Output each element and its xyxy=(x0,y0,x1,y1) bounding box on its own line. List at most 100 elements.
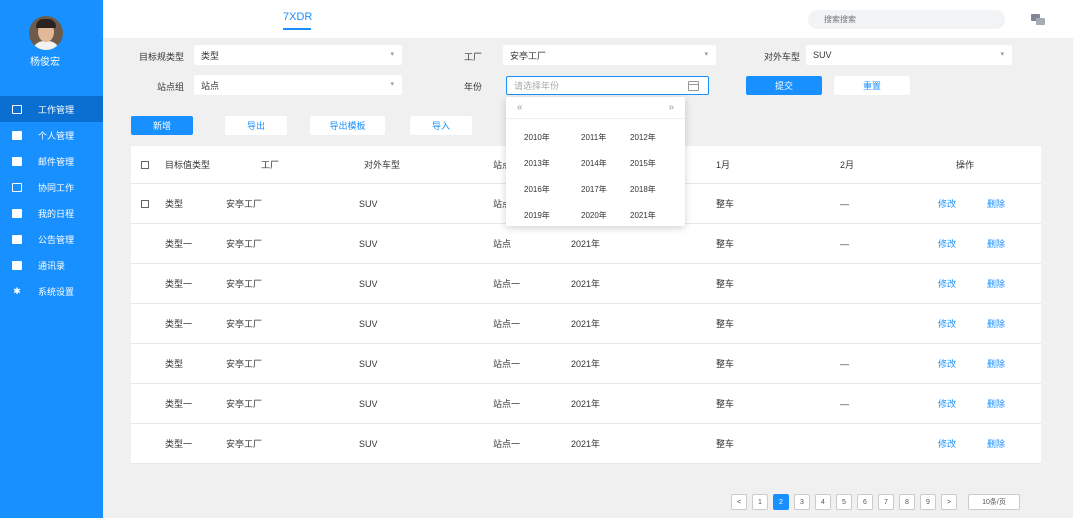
station-select[interactable]: 站点 ▾ xyxy=(194,75,402,95)
select-all-checkbox[interactable] xyxy=(141,160,149,169)
cell-factory: 安亭工厂 xyxy=(226,199,263,209)
year-input[interactable]: 请选择年份 xyxy=(506,76,709,95)
tab-underline xyxy=(283,28,311,30)
cell-model: SUV xyxy=(359,238,378,249)
spec-label: 对外车型 xyxy=(763,52,800,62)
edit-link[interactable]: 修改 xyxy=(938,384,956,423)
cell-station: 站点一 xyxy=(493,319,521,329)
table-row: 类型一 安亭工厂 SUV 站点 2021年 整车 — 修改 删除 xyxy=(131,224,1041,264)
cell-model: SUV xyxy=(359,318,378,329)
page-3-button[interactable]: 3 xyxy=(794,494,810,510)
cell-type: 类型 xyxy=(165,359,184,369)
year-option[interactable]: 2014年 xyxy=(581,158,607,169)
year-option[interactable]: 2010年 xyxy=(524,132,550,143)
cell-type: 类型一 xyxy=(165,399,193,409)
delete-link[interactable]: 删除 xyxy=(987,184,1005,223)
cell-factory: 安亭工厂 xyxy=(226,319,263,329)
next-decade-button[interactable]: » xyxy=(668,102,674,113)
cell-month1: 整车 xyxy=(716,279,735,289)
sidebar-item-notice[interactable]: 公告管理 xyxy=(0,226,103,252)
cell-model: SUV xyxy=(359,278,378,289)
sidebar-item-contacts[interactable]: 通讯录 xyxy=(0,252,103,278)
year-option[interactable]: 2020年 xyxy=(581,210,607,221)
year-option[interactable]: 2013年 xyxy=(524,158,550,169)
year-option[interactable]: 2018年 xyxy=(630,184,656,195)
year-option[interactable]: 2011年 xyxy=(581,132,606,143)
page-6-button[interactable]: 6 xyxy=(857,494,873,510)
header-actions: 操作 xyxy=(956,160,975,170)
sidebar-item-work[interactable]: 工作管理 xyxy=(0,96,103,122)
page-5-button[interactable]: 5 xyxy=(836,494,852,510)
page-2-button[interactable]: 2 xyxy=(773,494,789,510)
chevron-down-icon: ▾ xyxy=(390,51,394,58)
tab-7xdr[interactable]: 7XDR xyxy=(283,11,312,23)
row-checkbox[interactable] xyxy=(141,199,149,208)
delete-link[interactable]: 删除 xyxy=(987,304,1005,343)
monitor-icon xyxy=(12,104,22,114)
header-type: 目标值类型 xyxy=(165,160,211,170)
prev-decade-button[interactable]: « xyxy=(517,102,523,113)
user-avatar[interactable] xyxy=(29,16,63,50)
export-template-button[interactable]: 导出模板 xyxy=(310,116,385,135)
sidebar-item-mail[interactable]: 邮件管理 xyxy=(0,148,103,174)
cell-factory: 安亭工厂 xyxy=(226,359,263,369)
spec-select[interactable]: SUV ▾ xyxy=(806,45,1012,65)
cell-station: 站点一 xyxy=(493,279,521,289)
cell-year: 2021年 xyxy=(571,319,601,329)
page-9-button[interactable]: 9 xyxy=(920,494,936,510)
search-input[interactable] xyxy=(808,10,1005,29)
year-option[interactable]: 2015年 xyxy=(630,158,656,169)
import-button[interactable]: 导入 xyxy=(410,116,472,135)
cell-month1: 整车 xyxy=(716,239,735,249)
sidebar-item-settings[interactable]: ✱ 系统设置 xyxy=(0,278,103,304)
page-7-button[interactable]: 7 xyxy=(878,494,894,510)
page-size-select[interactable]: 10条/页 xyxy=(968,494,1020,510)
delete-link[interactable]: 删除 xyxy=(987,344,1005,383)
edit-link[interactable]: 修改 xyxy=(938,344,956,383)
delete-link[interactable]: 删除 xyxy=(987,384,1005,423)
table-row: 类型一 安亭工厂 SUV 站点一 2021年 整车 修改 删除 xyxy=(131,304,1041,344)
sidebar-nav: 工作管理 个人管理 邮件管理 协同工作 我的日程 公告管理 通讯录 ✱ 系统设置 xyxy=(0,96,103,304)
year-label: 年份 xyxy=(463,82,482,92)
add-button[interactable]: 新增 xyxy=(131,116,193,135)
cell-year: 2021年 xyxy=(571,239,601,249)
contacts-icon xyxy=(12,260,22,270)
year-option[interactable]: 2021年 xyxy=(630,210,656,221)
page-4-button[interactable]: 4 xyxy=(815,494,831,510)
page-8-button[interactable]: 8 xyxy=(899,494,915,510)
factory-select[interactable]: 安亭工厂 ▾ xyxy=(503,45,716,65)
delete-link[interactable]: 删除 xyxy=(987,424,1005,463)
target-type-select[interactable]: 类型 ▾ xyxy=(194,45,402,65)
sidebar-item-collab[interactable]: 协同工作 xyxy=(0,174,103,200)
export-button[interactable]: 导出 xyxy=(225,116,287,135)
cell-year: 2021年 xyxy=(571,439,601,449)
delete-link[interactable]: 删除 xyxy=(987,224,1005,263)
sidebar-item-label: 公告管理 xyxy=(38,234,75,245)
sidebar-item-schedule[interactable]: 我的日程 xyxy=(0,200,103,226)
edit-link[interactable]: 修改 xyxy=(938,304,956,343)
year-option[interactable]: 2017年 xyxy=(581,184,607,195)
calendar-icon xyxy=(688,81,699,91)
delete-link[interactable]: 删除 xyxy=(987,264,1005,303)
prev-page-button[interactable]: < xyxy=(731,494,747,510)
edit-link[interactable]: 修改 xyxy=(938,224,956,263)
submit-button[interactable]: 提交 xyxy=(746,76,822,95)
sidebar-item-personal[interactable]: 个人管理 xyxy=(0,122,103,148)
sidebar-item-label: 协同工作 xyxy=(38,182,75,193)
cell-factory: 安亭工厂 xyxy=(226,439,263,449)
edit-link[interactable]: 修改 xyxy=(938,424,956,463)
reset-button[interactable]: 重置 xyxy=(834,76,910,95)
window-icon xyxy=(12,182,22,192)
page-1-button[interactable]: 1 xyxy=(752,494,768,510)
year-option[interactable]: 2016年 xyxy=(524,184,550,195)
next-page-button[interactable]: > xyxy=(941,494,957,510)
factory-value: 安亭工厂 xyxy=(510,50,547,61)
cell-month2: — xyxy=(840,238,849,249)
edit-link[interactable]: 修改 xyxy=(938,264,956,303)
year-option[interactable]: 2012年 xyxy=(630,132,656,143)
chat-icon[interactable] xyxy=(1031,14,1045,25)
table-row: 类型一 安亭工厂 SUV 站点一 2021年 整车 修改 删除 xyxy=(131,424,1041,464)
calendar-icon xyxy=(12,208,22,218)
edit-link[interactable]: 修改 xyxy=(938,184,956,223)
year-option[interactable]: 2019年 xyxy=(524,210,550,221)
